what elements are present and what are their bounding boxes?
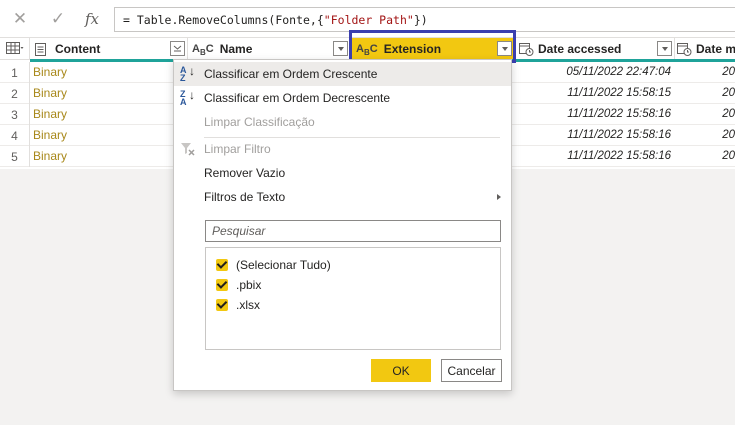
row-number: 1 bbox=[0, 62, 30, 83]
sort-ascending-icon: A Z ↓ bbox=[180, 64, 195, 83]
datetime-type-icon bbox=[519, 42, 534, 56]
checklist-item-label: .xlsx bbox=[236, 298, 260, 312]
date-modified-cell[interactable]: 20 bbox=[722, 66, 735, 78]
checkbox-checked-icon[interactable] bbox=[216, 279, 228, 291]
confirm-formula-icon[interactable]: ✓ bbox=[48, 9, 68, 29]
row-number: 5 bbox=[0, 146, 30, 167]
search-input[interactable]: Pesquisar bbox=[205, 220, 501, 242]
binary-type-icon bbox=[34, 42, 47, 56]
menu-item-remove-empty[interactable]: Remover Vazio bbox=[174, 161, 511, 185]
sort-descending-icon: Z A ↓ bbox=[180, 88, 195, 107]
checkbox-checked-icon[interactable] bbox=[216, 259, 228, 271]
fx-icon[interactable]: fx bbox=[82, 9, 102, 29]
formula-bar: ✕ ✓ fx = Table.RemoveColumns(Fonte,{"Fol… bbox=[0, 0, 735, 38]
cancel-formula-icon[interactable]: ✕ bbox=[10, 9, 30, 29]
checklist-item-label: (Selecionar Tudo) bbox=[236, 258, 331, 272]
column-label: Date m bbox=[696, 42, 735, 56]
date-accessed-cell[interactable]: 11/11/2022 15:58:16 bbox=[567, 150, 671, 162]
date-modified-cell[interactable]: 20 bbox=[722, 108, 735, 120]
content-cell[interactable]: Binary bbox=[33, 107, 67, 121]
menu-item-clear-sort[interactable]: Limpar Classificação bbox=[174, 110, 511, 134]
table-menu-button[interactable] bbox=[0, 38, 30, 60]
filter-dropdown-button[interactable] bbox=[333, 41, 348, 56]
cancel-button[interactable]: Cancelar bbox=[441, 359, 502, 382]
formula-prefix: = Table.RemoveColumns(Fonte,{ bbox=[123, 13, 324, 27]
ok-button[interactable]: OK bbox=[371, 359, 431, 382]
menu-item-clear-filter[interactable]: Limpar Filtro bbox=[174, 137, 511, 161]
menu-item-label: Filtros de Texto bbox=[204, 190, 286, 204]
formula-suffix: }) bbox=[413, 13, 428, 27]
menu-item-sort-ascending[interactable]: A Z ↓ Classificar em Ordem Crescente bbox=[174, 62, 511, 86]
date-modified-cell[interactable]: 20 bbox=[722, 150, 735, 162]
formula-string: "Folder Path" bbox=[323, 13, 414, 27]
table-icon bbox=[5, 41, 24, 57]
checkbox-checked-icon[interactable] bbox=[216, 299, 228, 311]
column-label: Name bbox=[219, 42, 253, 56]
date-accessed-cell[interactable]: 11/11/2022 15:58:15 bbox=[567, 87, 671, 99]
checklist-item-pbix[interactable]: .pbix bbox=[216, 276, 261, 294]
datetime-type-icon bbox=[677, 42, 692, 56]
text-type-icon: ABC bbox=[192, 43, 214, 57]
content-cell[interactable]: Binary bbox=[33, 149, 67, 163]
date-accessed-cell[interactable]: 05/11/2022 22:47:04 bbox=[566, 66, 671, 78]
menu-item-label: Classificar em Ordem Crescente bbox=[204, 67, 378, 81]
content-cell[interactable]: Binary bbox=[33, 86, 67, 100]
column-header-extension[interactable]: ABC Extension bbox=[352, 38, 513, 60]
row-number: 4 bbox=[0, 125, 30, 146]
column-label: Date accessed bbox=[538, 42, 622, 56]
column-header-content[interactable]: Content bbox=[30, 38, 188, 60]
filter-dropdown-button[interactable] bbox=[657, 41, 672, 56]
column-header-name[interactable]: ABC Name bbox=[188, 38, 351, 60]
filter-dropdown-menu: A Z ↓ Classificar em Ordem Crescente Z A ↓ C… bbox=[173, 59, 512, 391]
row-number: 2 bbox=[0, 83, 30, 104]
column-label: Extension bbox=[383, 42, 442, 56]
menu-item-label: Limpar Filtro bbox=[204, 142, 271, 156]
clear-filter-icon bbox=[180, 142, 196, 158]
checklist-item-select-all[interactable]: (Selecionar Tudo) bbox=[216, 256, 331, 274]
menu-item-label: Classificar em Ordem Decrescente bbox=[204, 91, 391, 105]
row-number: 3 bbox=[0, 104, 30, 125]
content-cell[interactable]: Binary bbox=[33, 128, 67, 142]
content-cell[interactable]: Binary bbox=[33, 65, 67, 79]
menu-item-text-filters[interactable]: Filtros de Texto bbox=[174, 185, 511, 209]
checklist-item-label: .pbix bbox=[236, 278, 262, 292]
menu-item-label: Remover Vazio bbox=[204, 166, 286, 180]
checklist-item-xlsx[interactable]: .xlsx bbox=[216, 296, 260, 314]
menu-item-label: Limpar Classificação bbox=[204, 115, 315, 129]
date-modified-cell[interactable]: 20 bbox=[722, 129, 735, 141]
formula-input[interactable]: = Table.RemoveColumns(Fonte,{"Folder Pat… bbox=[114, 7, 735, 32]
text-type-icon: ABC bbox=[356, 43, 378, 57]
date-modified-cell[interactable]: 20 bbox=[722, 87, 735, 99]
column-label: Content bbox=[55, 42, 101, 56]
date-accessed-cell[interactable]: 11/11/2022 15:58:16 bbox=[567, 108, 671, 120]
filter-dropdown-button[interactable] bbox=[497, 41, 512, 56]
value-checklist: (Selecionar Tudo) .pbix .xlsx bbox=[205, 247, 501, 350]
column-header-date-accessed[interactable]: Date accessed bbox=[513, 38, 675, 60]
menu-item-sort-descending[interactable]: Z A ↓ Classificar em Ordem Decrescente bbox=[174, 86, 511, 110]
column-header-date-modified[interactable]: Date m bbox=[675, 38, 735, 60]
expand-column-icon[interactable] bbox=[170, 41, 185, 56]
column-header-row: Content ABC Name ABC Extension Date acce… bbox=[0, 38, 735, 60]
submenu-arrow-icon bbox=[497, 194, 501, 200]
date-accessed-cell[interactable]: 11/11/2022 15:58:16 bbox=[567, 129, 671, 141]
